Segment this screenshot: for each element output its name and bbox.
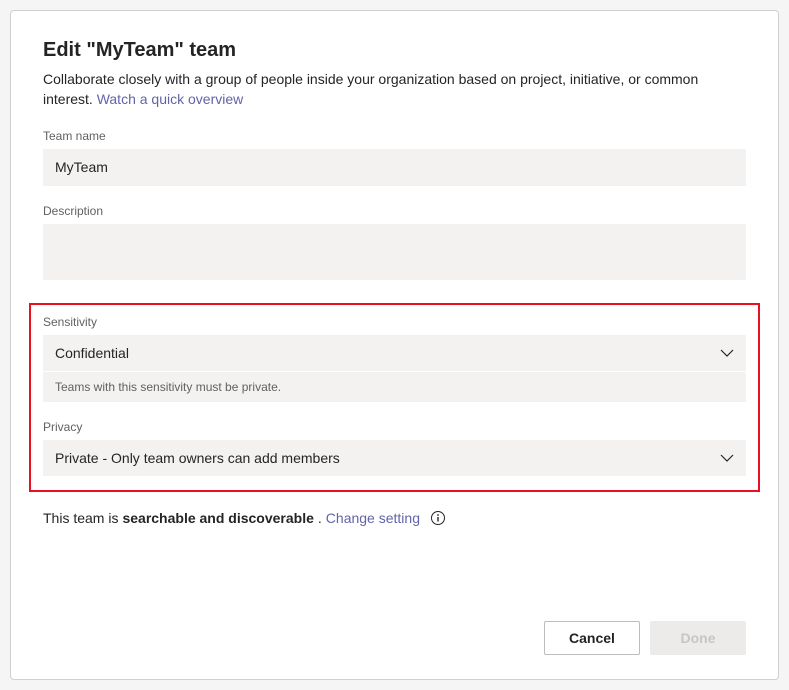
- sensitivity-label: Sensitivity: [43, 315, 746, 329]
- privacy-dropdown[interactable]: Private - Only team owners can add membe…: [43, 440, 746, 476]
- team-name-label: Team name: [43, 129, 746, 143]
- dialog-title: Edit "MyTeam" team: [43, 39, 746, 62]
- privacy-field-group: Privacy Private - Only team owners can a…: [43, 420, 746, 476]
- watch-overview-link[interactable]: Watch a quick overview: [97, 91, 244, 107]
- description-label: Description: [43, 204, 746, 218]
- discoverable-bold: searchable and discoverable: [122, 510, 313, 526]
- team-name-input[interactable]: [43, 149, 746, 186]
- chevron-down-icon: [720, 346, 734, 360]
- edit-team-dialog: Edit "MyTeam" team Collaborate closely w…: [10, 10, 779, 680]
- dialog-subtitle: Collaborate closely with a group of peop…: [43, 70, 746, 109]
- sensitivity-field-group: Sensitivity Confidential Teams with this…: [43, 315, 746, 402]
- cancel-button[interactable]: Cancel: [544, 621, 640, 655]
- sensitivity-helper: Teams with this sensitivity must be priv…: [43, 371, 746, 402]
- sensitivity-value: Confidential: [55, 345, 720, 361]
- change-setting-link[interactable]: Change setting: [326, 510, 420, 526]
- privacy-label: Privacy: [43, 420, 746, 434]
- info-icon[interactable]: [430, 510, 446, 526]
- description-input[interactable]: [43, 224, 746, 280]
- sensitivity-dropdown[interactable]: Confidential: [43, 335, 746, 371]
- discoverable-prefix: This team is: [43, 510, 118, 526]
- team-name-field-group: Team name: [43, 129, 746, 186]
- description-field-group: Description: [43, 204, 746, 285]
- done-button[interactable]: Done: [650, 621, 746, 655]
- chevron-down-icon: [720, 451, 734, 465]
- discoverable-suffix: .: [318, 510, 322, 526]
- dialog-footer: Cancel Done: [43, 601, 746, 655]
- discoverable-row: This team is searchable and discoverable…: [43, 510, 746, 526]
- sensitivity-privacy-highlight: Sensitivity Confidential Teams with this…: [29, 303, 760, 492]
- privacy-value: Private - Only team owners can add membe…: [55, 450, 720, 466]
